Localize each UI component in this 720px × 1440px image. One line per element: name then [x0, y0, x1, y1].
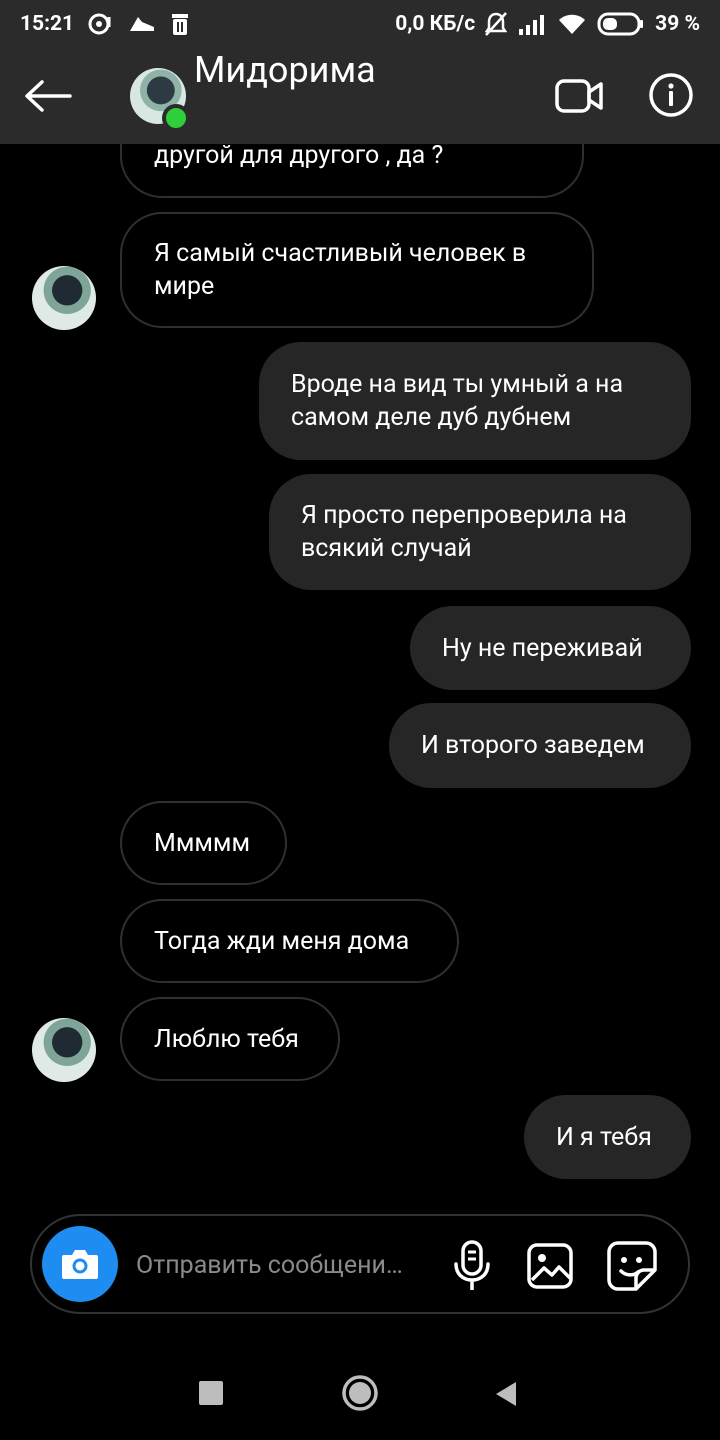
gallery-button[interactable]: [526, 1242, 574, 1290]
message-bubble-incoming[interactable]: Тогда жди меня дома: [120, 899, 459, 983]
message-input[interactable]: [134, 1244, 434, 1286]
message-bubble-outgoing[interactable]: И я тебя: [524, 1095, 691, 1179]
message-text: Люблю тебя: [154, 1024, 299, 1054]
sender-avatar[interactable]: [32, 266, 96, 330]
message-list[interactable]: другой для другого , да ? Я самый счастл…: [0, 0, 720, 1200]
message-text: Ну не переживай: [442, 633, 643, 663]
video-call-button[interactable]: [554, 76, 604, 116]
home-circle-icon: [342, 1375, 378, 1411]
message-bubble-incoming[interactable]: Я самый счастливый человек в мире: [120, 212, 594, 328]
back-button[interactable]: [22, 78, 74, 114]
message-text: Ммммм: [154, 828, 250, 858]
video-camera-icon: [555, 79, 603, 113]
message-bubble-outgoing[interactable]: И второго заведем: [389, 703, 691, 788]
online-indicator: [162, 104, 190, 132]
info-icon: [649, 73, 693, 117]
voice-message-button[interactable]: [452, 1240, 492, 1292]
system-nav-bar: [0, 1350, 720, 1440]
message-bubble-outgoing[interactable]: Я просто перепроверила на всякий случай: [269, 474, 691, 590]
microphone-icon: [454, 1240, 490, 1290]
triangle-back-icon: [496, 1382, 516, 1406]
sticker-button[interactable]: [606, 1240, 658, 1292]
info-button[interactable]: [648, 72, 694, 118]
message-bubble-incoming[interactable]: Ммммм: [120, 801, 287, 885]
message-bubble-incoming[interactable]: Люблю тебя: [120, 997, 340, 1081]
message-text: Вроде на вид ты умный а на самом деле ду…: [291, 370, 624, 432]
sticker-icon: [607, 1241, 657, 1291]
camera-icon: [62, 1250, 98, 1279]
message-composer: [30, 1214, 690, 1314]
home-button[interactable]: [341, 1374, 379, 1412]
message-text: Я самый счастливый человек в мире: [154, 239, 527, 301]
message-text: И я тебя: [556, 1122, 652, 1152]
contact-name[interactable]: Мидорима: [194, 48, 376, 92]
message-bubble-outgoing[interactable]: Ну не переживай: [410, 606, 691, 690]
chat-header: Мидорима: [0, 48, 720, 144]
arrow-left-icon: [25, 80, 72, 112]
sender-avatar[interactable]: [32, 1018, 96, 1082]
message-text: Я просто перепроверила на всякий случай: [301, 501, 627, 563]
message-text: Тогда жди меня дома: [154, 926, 410, 956]
message-bubble-outgoing[interactable]: Вроде на вид ты умный а на самом деле ду…: [259, 342, 691, 460]
message-text: И второго заведем: [421, 731, 645, 760]
nav-back-button[interactable]: [492, 1380, 520, 1408]
recents-button[interactable]: [199, 1381, 223, 1405]
camera-button[interactable]: [42, 1226, 118, 1302]
image-icon: [527, 1243, 573, 1289]
